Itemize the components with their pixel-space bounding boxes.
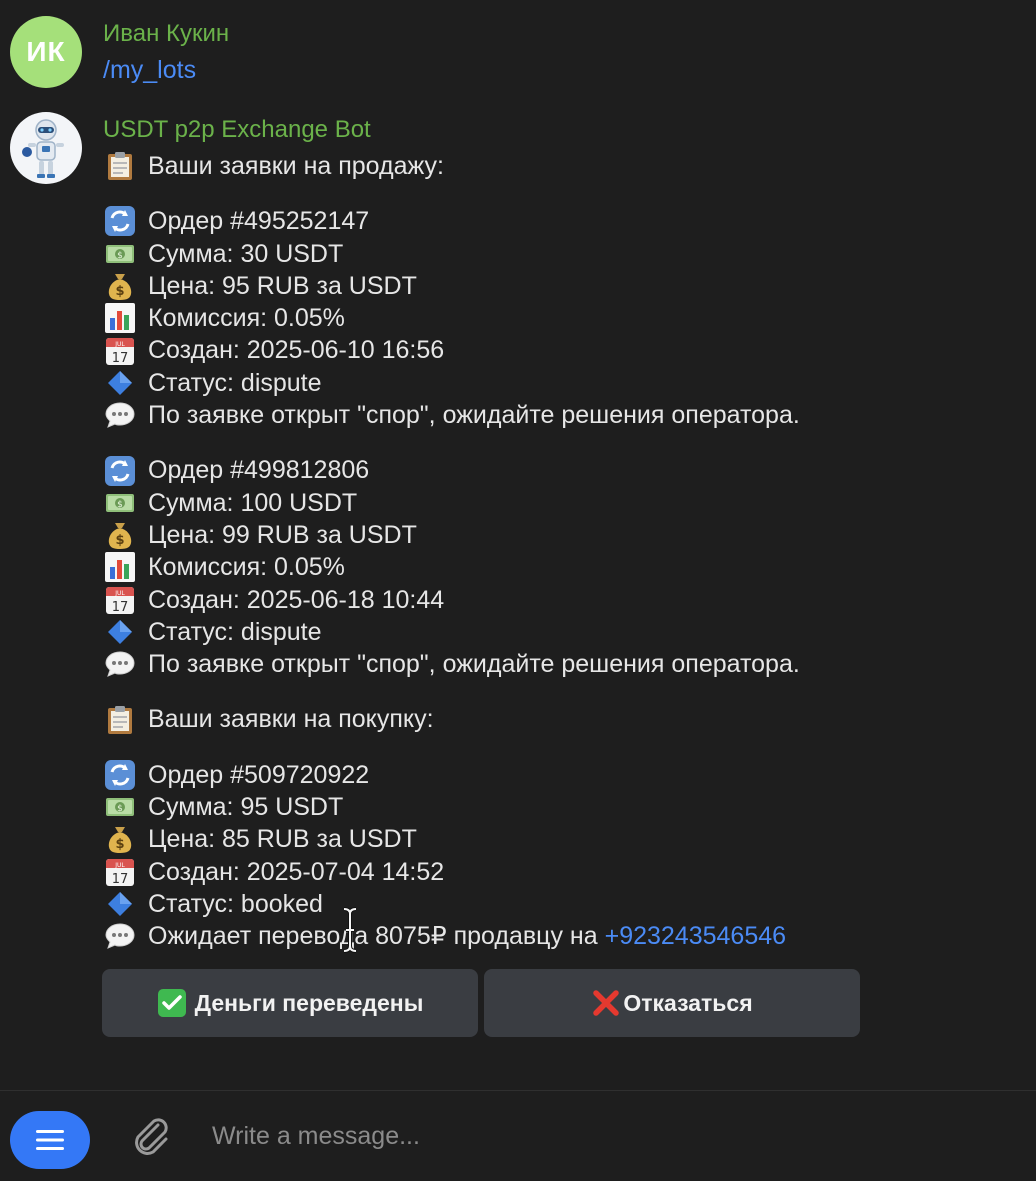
money-icon bbox=[103, 487, 137, 519]
cross-mark-icon bbox=[591, 988, 621, 1018]
repeat-icon bbox=[103, 759, 137, 791]
bot-menu-button[interactable] bbox=[10, 1111, 90, 1169]
order-number: Ордер #509720922 bbox=[148, 760, 370, 789]
money-bag-icon bbox=[103, 519, 137, 551]
message-composer bbox=[0, 1090, 1036, 1181]
robot-icon bbox=[22, 119, 64, 178]
order-fee: Комиссия: 0.05% bbox=[148, 553, 345, 582]
sell-header: Ваши заявки на продажу: bbox=[103, 150, 1003, 182]
calendar-icon bbox=[103, 856, 137, 888]
order-price: Цена: 99 RUB за USDT bbox=[148, 520, 417, 549]
calendar-icon bbox=[103, 584, 137, 616]
order-block: Ордер #509720922 Сумма: 95 USDT Цена: 85… bbox=[103, 759, 1003, 953]
money-icon bbox=[103, 791, 137, 823]
order-created: Создан: 2025-06-10 16:56 bbox=[148, 336, 445, 365]
order-status: Статус: dispute bbox=[148, 617, 322, 646]
order-status: Статус: booked bbox=[148, 889, 323, 918]
order-number: Ордер #495252147 bbox=[148, 207, 370, 236]
buy-header-text: Ваши заявки на покупку: bbox=[148, 705, 434, 734]
bot-avatar[interactable] bbox=[10, 112, 82, 184]
blue-diamond-icon bbox=[103, 616, 137, 648]
money-icon bbox=[103, 238, 137, 270]
message-bot: USDT p2p Exchange Bot Ваши заявки на про… bbox=[0, 0, 1036, 1090]
decline-label: Отказаться bbox=[623, 989, 753, 1016]
order-amount: Сумма: 30 USDT bbox=[148, 239, 344, 268]
order-fee: Комиссия: 0.05% bbox=[148, 304, 345, 333]
bar-chart-icon bbox=[103, 302, 137, 334]
paperclip-icon[interactable] bbox=[128, 1113, 174, 1159]
chat-area: ИК Иван Кукин /my_lots USDT p2p Exchange… bbox=[0, 0, 1036, 1090]
order-note: По заявке открыт "спор", ожидайте решени… bbox=[148, 650, 800, 679]
check-mark-icon bbox=[157, 988, 187, 1018]
order-amount: Сумма: 100 USDT bbox=[148, 488, 358, 517]
order-created: Создан: 2025-07-04 14:52 bbox=[148, 857, 445, 886]
order-price: Цена: 95 RUB за USDT bbox=[148, 271, 417, 300]
bot-sender-name[interactable]: USDT p2p Exchange Bot bbox=[103, 116, 371, 144]
buy-header: Ваши заявки на покупку: bbox=[103, 703, 1003, 735]
order-note: Ожидает перевода 8075₽ продавцу на bbox=[148, 922, 605, 951]
money-bag-icon bbox=[103, 270, 137, 302]
message-input[interactable] bbox=[210, 1115, 994, 1157]
repeat-icon bbox=[103, 205, 137, 237]
money-sent-label: Деньги переведены bbox=[194, 989, 424, 1016]
clipboard-icon bbox=[103, 704, 137, 736]
money-bag-icon bbox=[103, 823, 137, 855]
order-note: По заявке открыт "спор", ожидайте решени… bbox=[148, 401, 800, 430]
sell-header-text: Ваши заявки на продажу: bbox=[148, 152, 444, 180]
order-price: Цена: 85 RUB за USDT bbox=[148, 825, 417, 854]
phone-link[interactable]: +923243546546 bbox=[605, 920, 786, 952]
menu-icon bbox=[36, 1130, 64, 1150]
order-created: Создан: 2025-06-18 10:44 bbox=[148, 585, 445, 614]
order-number: Ордер #499812806 bbox=[148, 456, 370, 485]
order-status: Статус: dispute bbox=[148, 368, 322, 397]
repeat-icon bbox=[103, 455, 137, 487]
speech-bubble-icon bbox=[103, 648, 137, 680]
calendar-icon bbox=[103, 335, 137, 367]
bot-message-text: Ваши заявки на продажу: Ордер #495252147… bbox=[103, 150, 1003, 953]
decline-button[interactable]: Отказаться bbox=[484, 969, 860, 1037]
order-block: Ордер #495252147 Сумма: 30 USDT Цена: 95… bbox=[103, 205, 1003, 431]
clipboard-icon bbox=[103, 150, 137, 182]
blue-diamond-icon bbox=[103, 367, 137, 399]
speech-bubble-icon bbox=[103, 920, 137, 952]
text-cursor-icon bbox=[343, 907, 357, 953]
order-block: Ордер #499812806 Сумма: 100 USDT Цена: 9… bbox=[103, 454, 1003, 680]
bar-chart-icon bbox=[103, 551, 137, 583]
blue-diamond-icon bbox=[103, 888, 137, 920]
inline-keyboard: Деньги переведены Отказаться bbox=[102, 969, 860, 1037]
speech-bubble-icon bbox=[103, 399, 137, 431]
money-sent-button[interactable]: Деньги переведены bbox=[102, 969, 478, 1037]
order-amount: Сумма: 95 USDT bbox=[148, 793, 344, 822]
